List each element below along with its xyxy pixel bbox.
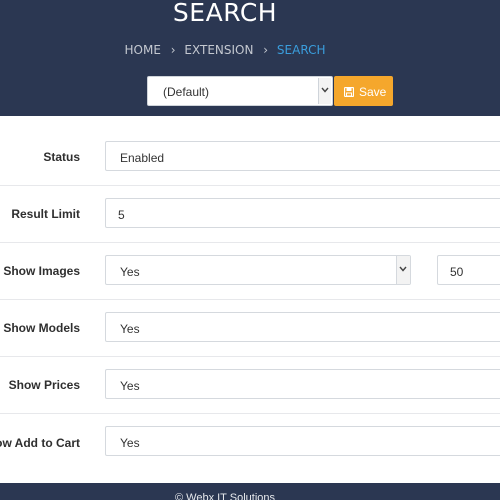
- show-prices-value: Yes: [120, 379, 140, 393]
- show-images-value: Yes: [120, 265, 140, 279]
- image-size-input[interactable]: 50: [437, 255, 500, 285]
- breadcrumb-separator-icon: ›: [170, 43, 176, 57]
- breadcrumb-separator-icon: ›: [263, 43, 269, 57]
- form-row-show-images: Show Images Yes 50: [0, 243, 500, 300]
- result-limit-input[interactable]: 5: [105, 198, 500, 228]
- image-size-value: 50: [450, 265, 464, 279]
- save-button[interactable]: Save: [334, 76, 393, 106]
- show-add-to-cart-select[interactable]: Yes: [105, 426, 500, 456]
- breadcrumb-current: SEARCH: [276, 43, 326, 57]
- status-select[interactable]: Enabled: [105, 141, 500, 171]
- floppy-disk-icon: [343, 86, 355, 100]
- show-add-to-cart-label: Show Add to Cart: [0, 435, 80, 450]
- footer-copyright: © Webx IT Solutions: [174, 492, 276, 500]
- breadcrumb-home[interactable]: HOME: [125, 43, 161, 57]
- chevron-down-icon[interactable]: [396, 256, 410, 284]
- show-models-value: Yes: [120, 322, 140, 336]
- footer: © Webx IT Solutions: [0, 483, 500, 500]
- page-title: SEARCH: [172, 0, 278, 27]
- form-row-result-limit: Result Limit 5: [0, 186, 500, 243]
- show-images-label: Show Images: [3, 264, 80, 278]
- show-images-select[interactable]: Yes: [105, 255, 411, 285]
- form-row-show-add-to-cart: Show Add to Cart Yes: [0, 414, 500, 471]
- result-limit-value: 5: [118, 208, 125, 222]
- form-row-status: Status Enabled: [0, 129, 500, 186]
- show-models-label: Show Models: [3, 321, 80, 335]
- store-select-value: (Default): [163, 85, 210, 99]
- form-row-show-prices: Show Prices Yes: [0, 357, 500, 414]
- store-select[interactable]: (Default): [147, 76, 333, 106]
- header-banner: SEARCH HOME › EXTENSION › SEARCH (Defaul…: [0, 0, 500, 116]
- breadcrumb-extension[interactable]: EXTENSION: [184, 43, 253, 57]
- show-prices-label: Show Prices: [8, 378, 80, 392]
- form-row-show-models: Show Models Yes: [0, 300, 500, 357]
- show-prices-select[interactable]: Yes: [105, 369, 500, 399]
- result-limit-label: Result Limit: [11, 207, 80, 221]
- show-add-to-cart-value: Yes: [120, 436, 140, 450]
- breadcrumb: HOME › EXTENSION › SEARCH: [0, 43, 450, 57]
- show-models-select[interactable]: Yes: [105, 312, 500, 342]
- chevron-down-icon[interactable]: [318, 78, 331, 104]
- status-value: Enabled: [120, 151, 165, 165]
- status-label: Status: [43, 150, 80, 164]
- save-button-label: Save: [359, 85, 387, 99]
